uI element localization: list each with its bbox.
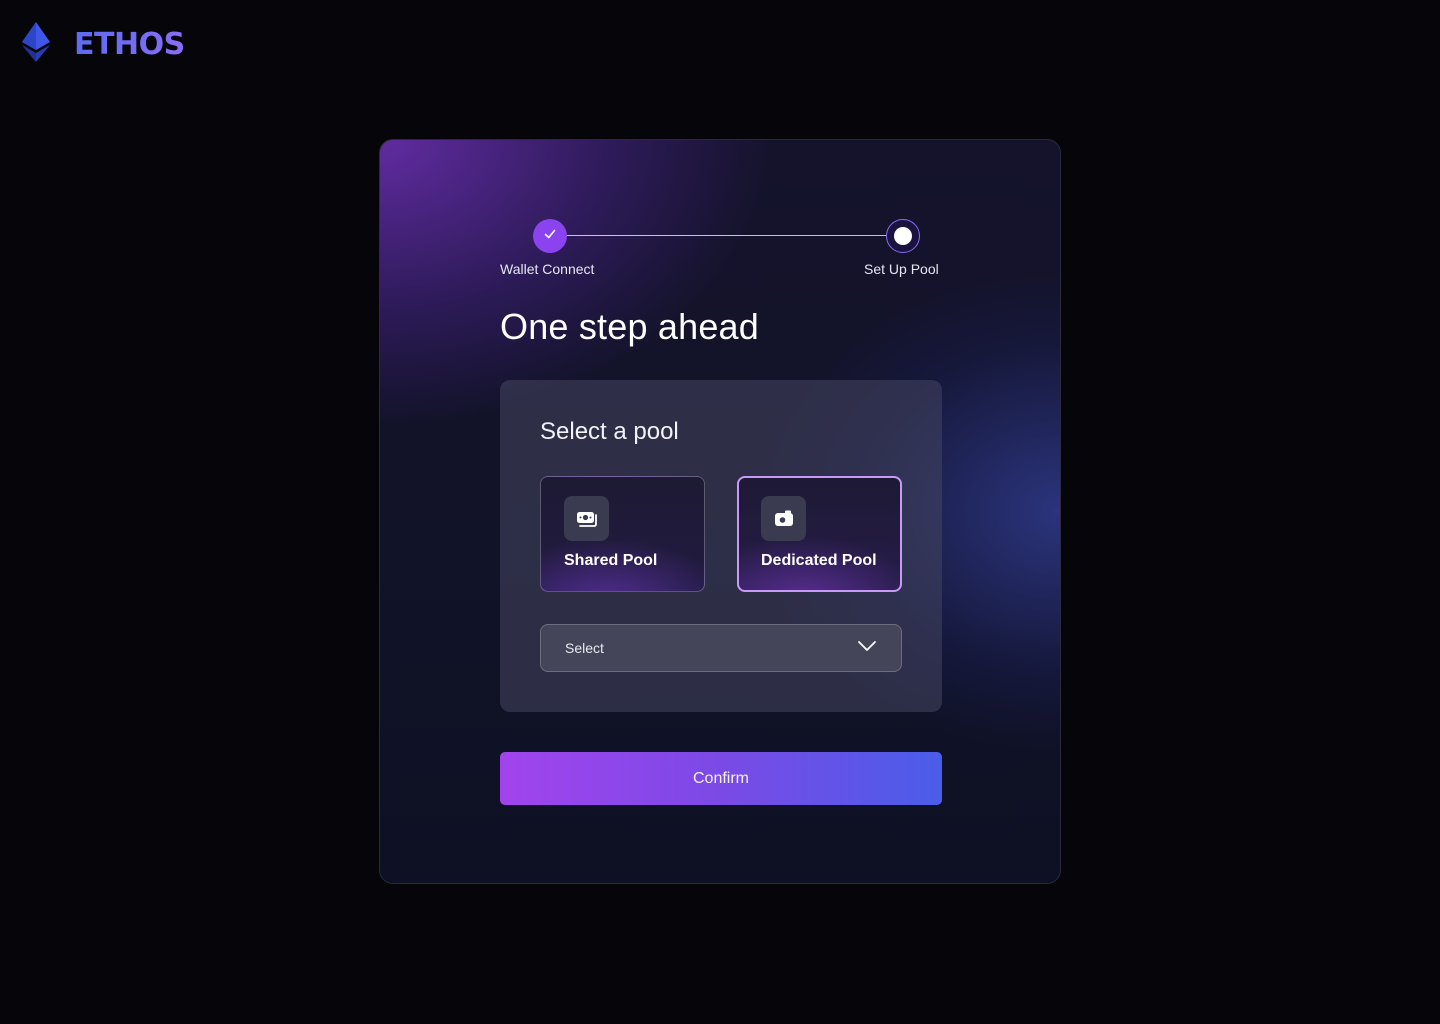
current-step-dot [894, 227, 912, 245]
ethereum-diamond-icon [22, 22, 50, 67]
brand-name: ETHOS [74, 27, 185, 62]
dedicated-pool-option[interactable]: Dedicated Pool [737, 476, 902, 592]
confirm-button[interactable]: Confirm [500, 752, 942, 805]
dedicated-pool-icon [761, 496, 806, 541]
page-title: One step ahead [500, 306, 760, 347]
setup-card: Wallet Connect Set Up Pool One step ahea… [379, 139, 1061, 884]
chevron-down-icon [857, 639, 877, 657]
step-label-wallet-connect: Wallet Connect [500, 261, 595, 277]
pool-select-dropdown[interactable]: Select [540, 624, 902, 672]
progress-stepper: Wallet Connect Set Up Pool [380, 140, 1060, 290]
pool-selection-panel: Select a pool Shared Pool Dedicated Pool… [500, 380, 942, 712]
shared-pool-icon [564, 496, 609, 541]
stepper-connector-line [550, 235, 902, 236]
shared-pool-label: Shared Pool [564, 552, 658, 569]
dedicated-pool-label: Dedicated Pool [761, 552, 877, 569]
check-icon [543, 227, 557, 246]
brand-logo[interactable]: ETHOS [22, 22, 185, 67]
step-set-up-pool-indicator [886, 219, 920, 253]
step-wallet-connect-indicator [533, 219, 567, 253]
step-label-set-up-pool: Set Up Pool [864, 261, 939, 277]
shared-pool-option[interactable]: Shared Pool [540, 476, 705, 592]
pool-selection-title: Select a pool [540, 418, 679, 445]
pool-select-value: Select [565, 640, 604, 656]
